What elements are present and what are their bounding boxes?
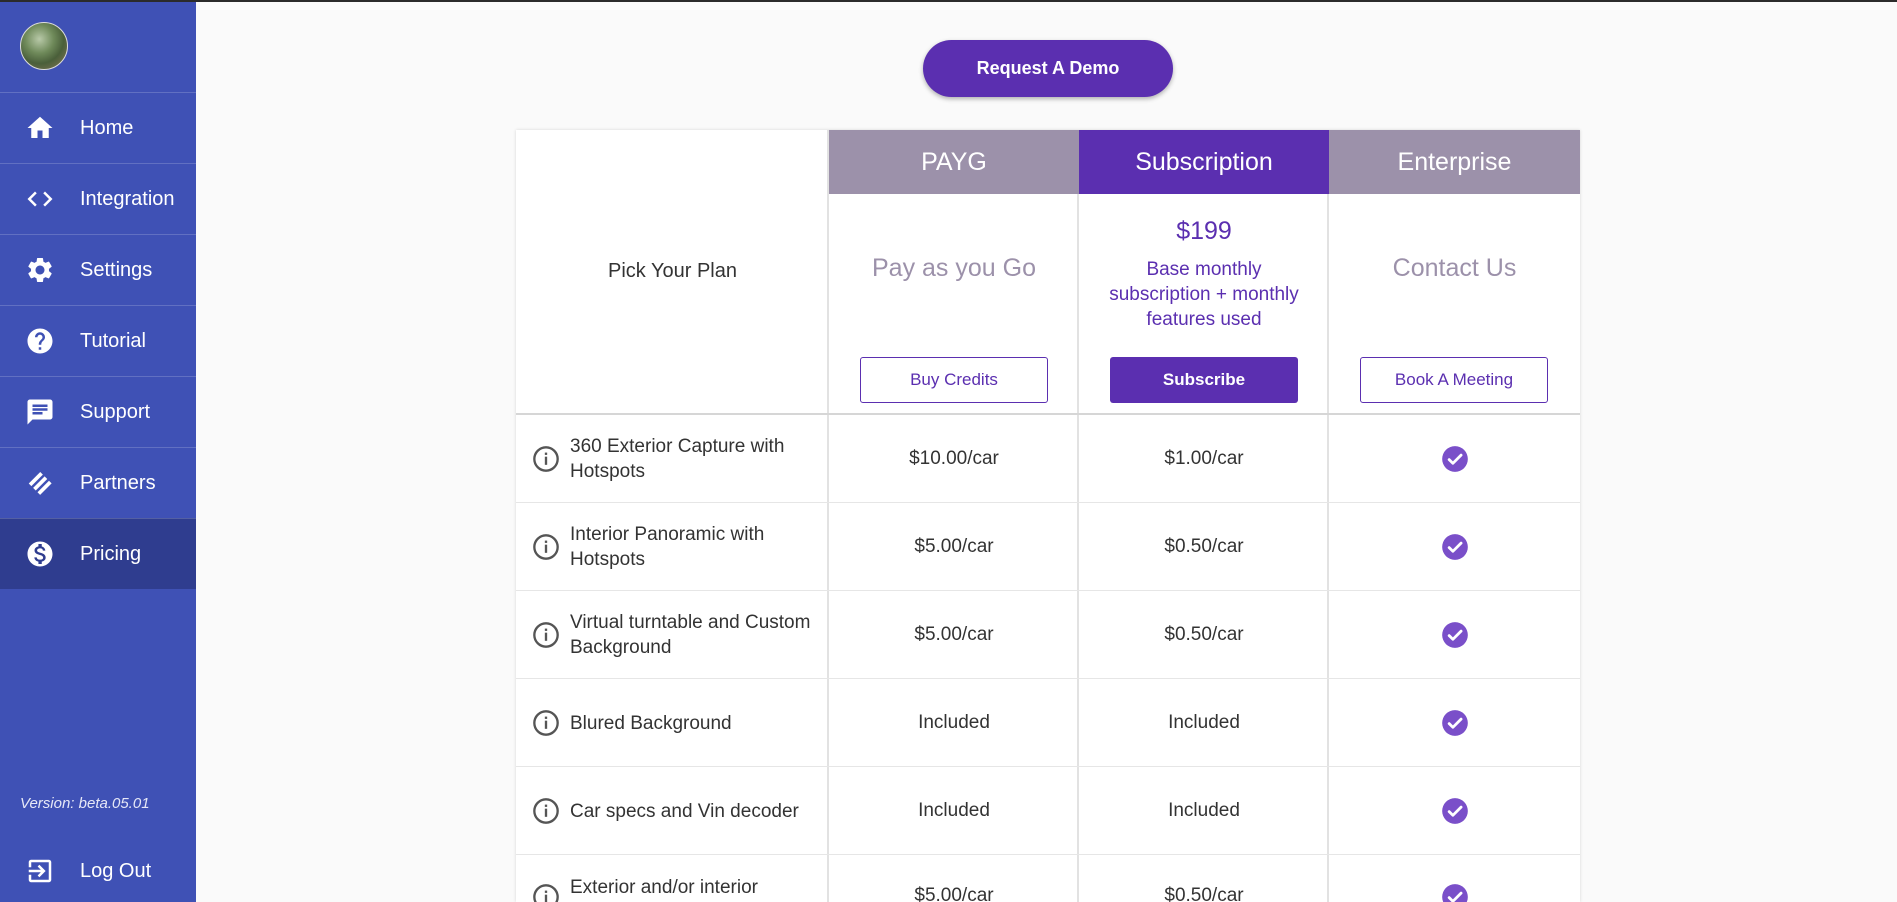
sidebar-item-tutorial[interactable]: Tutorial xyxy=(0,305,196,376)
table-row: Car specs and Vin decoder Included Inclu… xyxy=(516,767,1580,855)
feature-label: Exterior and/or interior xyxy=(570,877,758,898)
feature-label: Virtual turntable and Custom Background xyxy=(570,612,811,658)
info-icon[interactable] xyxy=(532,709,560,737)
window-top-border xyxy=(0,0,1897,2)
enterprise-value xyxy=(1329,591,1580,679)
feature-label: Car specs and Vin decoder xyxy=(570,800,799,822)
feature-cell: Blured Background xyxy=(516,679,829,767)
sidebar-item-label: Support xyxy=(80,400,151,423)
check-icon xyxy=(1441,622,1468,648)
sidebar: Home Integration Settings Tutorial Suppo… xyxy=(0,0,196,902)
enterprise-value xyxy=(1329,415,1580,503)
dollar-icon xyxy=(0,539,80,569)
book-meeting-button[interactable]: Book A Meeting xyxy=(1360,357,1548,403)
sidebar-item-label: Integration xyxy=(80,187,175,210)
handshake-icon xyxy=(0,468,80,498)
enterprise-value xyxy=(1329,679,1580,767)
logout-label: Log Out xyxy=(80,859,152,882)
feature-cell: Car specs and Vin decoder xyxy=(516,767,829,855)
plan-description-payg: Pay as you Go xyxy=(872,254,1036,282)
payg-value: $10.00/car xyxy=(909,448,999,469)
sidebar-item-settings[interactable]: Settings xyxy=(0,234,196,305)
subscribe-button[interactable]: Subscribe xyxy=(1110,357,1298,403)
enterprise-value xyxy=(1329,767,1580,855)
plan-header-enterprise: Enterprise xyxy=(1329,130,1580,194)
sidebar-item-pricing[interactable]: Pricing xyxy=(0,518,196,589)
subscription-value: $0.50/car xyxy=(1164,536,1244,557)
subscription-value: Included xyxy=(1168,712,1240,733)
table-row: 360 Exterior Capture with Hotspots $10.0… xyxy=(516,415,1580,503)
payg-value: $5.00/car xyxy=(914,536,994,557)
info-icon[interactable] xyxy=(532,533,560,561)
chat-icon xyxy=(0,397,80,427)
feature-cell: Exterior and/or interior xyxy=(516,855,829,902)
feature-label: Interior Panoramic with Hotspots xyxy=(570,524,765,570)
table-row: Virtual turntable and Custom Background … xyxy=(516,591,1580,679)
pricing-table: Pick Your Plan PAYG Pay as you Go Buy Cr… xyxy=(516,130,1580,902)
plan-price-subscription: $199 xyxy=(1176,217,1232,245)
table-row: Exterior and/or interior $5.00/car $0.50… xyxy=(516,855,1580,902)
check-icon xyxy=(1441,710,1468,736)
check-icon xyxy=(1441,534,1468,560)
help-icon xyxy=(0,326,80,356)
subscription-value: Included xyxy=(1168,800,1240,821)
plan-header-subscription: Subscription xyxy=(1079,130,1329,194)
feature-cell: Interior Panoramic with Hotspots xyxy=(516,503,829,591)
sidebar-nav: Home Integration Settings Tutorial Suppo… xyxy=(0,92,196,589)
subscription-value: $1.00/car xyxy=(1164,448,1244,469)
subscription-value: $0.50/car xyxy=(1164,885,1244,902)
info-icon[interactable] xyxy=(532,621,560,649)
request-demo-button[interactable]: Request A Demo xyxy=(923,40,1173,97)
buy-credits-button[interactable]: Buy Credits xyxy=(860,357,1048,403)
payg-value: $5.00/car xyxy=(914,885,994,902)
sidebar-item-home[interactable]: Home xyxy=(0,92,196,163)
enterprise-value xyxy=(1329,503,1580,591)
sidebar-item-integration[interactable]: Integration xyxy=(0,163,196,234)
sidebar-item-label: Settings xyxy=(80,258,153,281)
payg-value: Included xyxy=(918,712,990,733)
logout-button[interactable]: Log Out xyxy=(0,846,196,896)
gear-icon xyxy=(0,255,80,285)
feature-cell: 360 Exterior Capture with Hotspots xyxy=(516,415,829,503)
payg-value: Included xyxy=(918,800,990,821)
table-row: Blured Background Included Included xyxy=(516,679,1580,767)
logout-icon xyxy=(0,856,80,886)
code-icon xyxy=(0,184,80,214)
info-icon[interactable] xyxy=(532,445,560,473)
features-list: 360 Exterior Capture with Hotspots $10.0… xyxy=(516,415,1580,902)
sidebar-item-support[interactable]: Support xyxy=(0,376,196,447)
check-icon xyxy=(1441,798,1468,824)
check-icon xyxy=(1441,446,1468,472)
sidebar-item-label: Home xyxy=(80,116,134,139)
sidebar-item-label: Partners xyxy=(80,471,156,494)
home-icon xyxy=(0,113,80,143)
payg-value: $5.00/car xyxy=(914,624,994,645)
feature-label: Blured Background xyxy=(570,712,732,734)
avatar[interactable] xyxy=(20,22,68,70)
table-row: Interior Panoramic with Hotspots $5.00/c… xyxy=(516,503,1580,591)
sidebar-item-label: Tutorial xyxy=(80,329,146,352)
pick-plan-label: Pick Your Plan xyxy=(608,260,737,282)
sidebar-item-partners[interactable]: Partners xyxy=(0,447,196,518)
info-icon[interactable] xyxy=(532,883,560,902)
subscription-value: $0.50/car xyxy=(1164,624,1244,645)
info-icon[interactable] xyxy=(532,797,560,825)
plan-description-subscription: Base monthly subscription + monthly feat… xyxy=(1109,259,1299,330)
plan-description-enterprise: Contact Us xyxy=(1392,254,1517,282)
enterprise-value xyxy=(1329,855,1580,902)
version-label: Version: beta.05.01 xyxy=(20,795,150,812)
check-icon xyxy=(1441,884,1468,902)
plan-header-payg: PAYG xyxy=(829,130,1079,194)
sidebar-item-label: Pricing xyxy=(80,542,142,565)
feature-cell: Virtual turntable and Custom Background xyxy=(516,591,829,679)
feature-label: 360 Exterior Capture with Hotspots xyxy=(570,436,785,482)
